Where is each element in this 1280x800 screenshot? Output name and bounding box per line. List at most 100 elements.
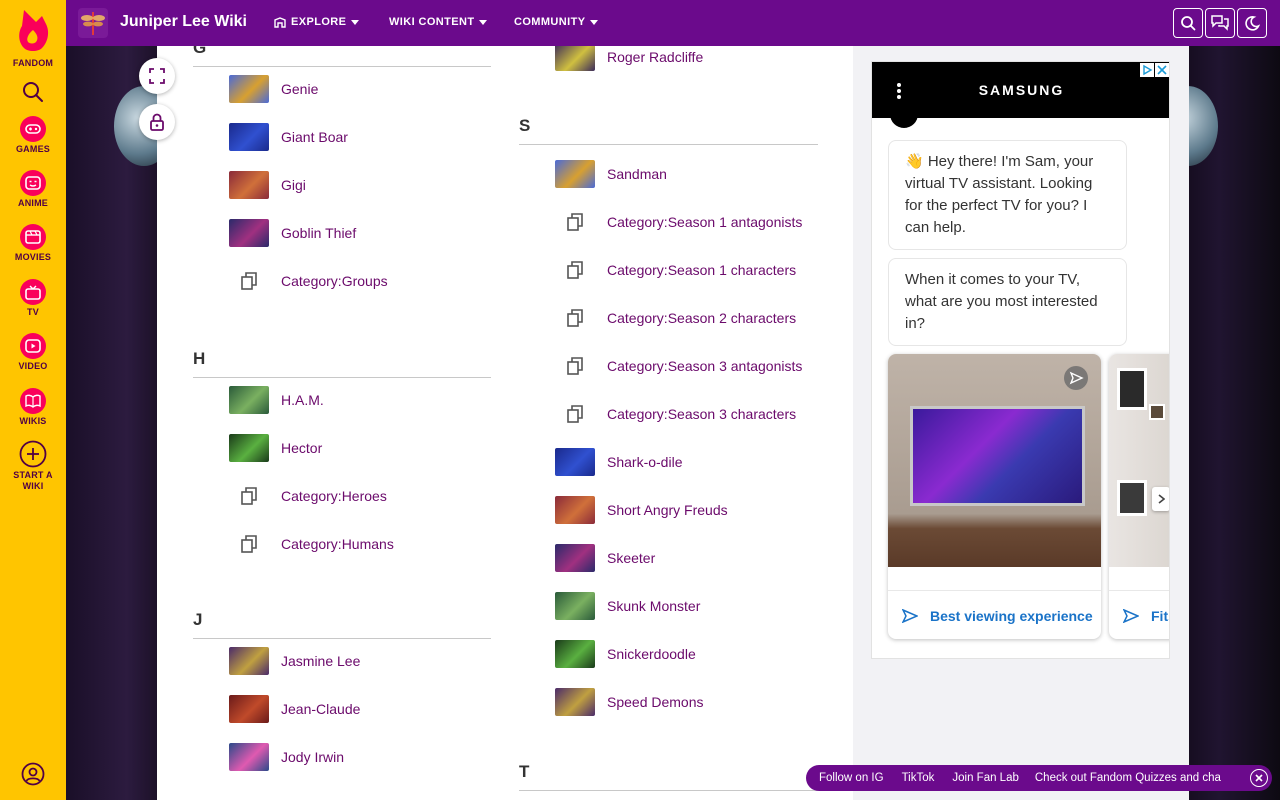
entry-thumbnail <box>229 695 269 723</box>
promo-join-fan-lab[interactable]: Join Fan Lab <box>952 772 1019 784</box>
send-bubble-icon[interactable] <box>1064 366 1088 390</box>
fandom-home-link[interactable]: FANDOM <box>0 8 66 69</box>
nav-tv[interactable]: TV <box>0 279 66 318</box>
subcategory-link[interactable]: Category:Season 1 antagonists <box>555 208 802 236</box>
nav-games[interactable]: GAMES <box>0 116 66 155</box>
assistant-avatar <box>890 108 918 128</box>
carousel-next-button[interactable] <box>1152 487 1169 511</box>
global-search-button[interactable] <box>0 80 66 104</box>
nav-video[interactable]: VIDEO <box>0 333 66 372</box>
category-member-link[interactable]: Jasmine Lee <box>229 647 360 675</box>
protection-lock-button[interactable] <box>139 104 175 140</box>
category-icon <box>229 530 269 558</box>
category-icon <box>555 256 595 284</box>
category-member-link[interactable]: Skunk Monster <box>555 592 700 620</box>
plus-circle-icon <box>19 440 47 468</box>
letter-heading: T <box>519 762 530 781</box>
fandom-global-nav: FANDOM GAMES ANIME MOVIES TV VIDEO WIKIS… <box>0 0 66 800</box>
wiki-header: Juniper Lee Wiki EXPLORE WIKI CONTENT CO… <box>66 0 1280 46</box>
category-icon <box>555 208 595 236</box>
close-ad-icon[interactable] <box>1155 63 1169 77</box>
promo-close-button[interactable] <box>1250 769 1268 787</box>
ad-card-2-cta[interactable]: Fits <box>1109 590 1169 639</box>
nav-wikis-label: WIKIS <box>19 416 47 426</box>
subcategory-link[interactable]: Category:Season 3 antagonists <box>555 352 802 380</box>
category-member-link[interactable]: Genie <box>229 75 318 103</box>
category-member-link[interactable]: Speed Demons <box>555 688 704 716</box>
ad-chat-bubble-1: 👋 Hey there! I'm Sam, your virtual TV as… <box>888 140 1127 250</box>
category-icon <box>555 352 595 380</box>
entry-label: Giant Boar <box>281 129 348 145</box>
category-member-link[interactable]: Short Angry Freuds <box>555 496 728 524</box>
start-a-wiki-link[interactable]: START A WIKI <box>0 440 66 492</box>
nav-community[interactable]: COMMUNITY <box>514 16 599 28</box>
entry-thumbnail <box>229 219 269 247</box>
category-member-link[interactable]: Roger Radcliffe <box>555 46 703 71</box>
category-member-link[interactable]: Shark-o-dile <box>555 448 682 476</box>
lock-icon <box>150 113 164 131</box>
promo-tiktok[interactable]: TikTok <box>902 772 935 784</box>
section-divider <box>193 66 491 67</box>
category-member-link[interactable]: Gigi <box>229 171 306 199</box>
category-member-link[interactable]: Hector <box>229 434 322 462</box>
samsung-advertisement[interactable]: SAMSUNG 👋 Hey there! I'm Sam, your virtu… <box>871 61 1170 659</box>
entry-thumbnail <box>555 592 595 620</box>
ad-brand: SAMSUNG <box>978 82 1065 98</box>
nav-anime-label: ANIME <box>18 198 48 208</box>
wiki-logo-icon[interactable] <box>78 8 108 38</box>
nav-wikis[interactable]: WIKIS <box>0 388 66 427</box>
entry-thumbnail <box>229 743 269 771</box>
category-member-link[interactable]: Goblin Thief <box>229 219 356 247</box>
moon-icon <box>1245 16 1260 31</box>
entry-thumbnail <box>555 640 595 668</box>
nav-wiki-content[interactable]: WIKI CONTENT <box>389 16 488 28</box>
send-icon <box>1123 608 1139 623</box>
ad-card-1-cta[interactable]: Best viewing experience <box>888 590 1101 639</box>
subcategory-link[interactable]: Category:Season 3 characters <box>555 400 796 428</box>
category-member-link[interactable]: Jody Irwin <box>229 743 344 771</box>
nav-anime[interactable]: ANIME <box>0 170 66 209</box>
chevron-right-icon <box>1158 494 1165 504</box>
nav-movies[interactable]: MOVIES <box>0 224 66 263</box>
promo-quizzes[interactable]: Check out Fandom Quizzes and cha <box>1035 772 1221 784</box>
entry-label: Hector <box>281 440 323 456</box>
anime-icon <box>20 170 46 196</box>
discussions-button[interactable] <box>1205 8 1235 38</box>
entry-label: Genie <box>281 81 319 97</box>
entry-thumbnail <box>229 434 269 462</box>
user-account-button[interactable] <box>0 762 66 786</box>
wiki-search-button[interactable] <box>1173 8 1203 38</box>
entry-label: Gigi <box>281 177 306 193</box>
expand-content-button[interactable] <box>139 58 175 94</box>
entry-thumbnail <box>555 160 595 188</box>
entry-label: Category:Season 2 characters <box>607 310 797 326</box>
subcategory-link[interactable]: Category:Season 2 characters <box>555 304 796 332</box>
category-member-link[interactable]: Sandman <box>555 160 667 188</box>
entry-label: Roger Radcliffe <box>607 49 704 65</box>
subcategory-link[interactable]: Category:Heroes <box>229 482 387 510</box>
category-icon <box>555 304 595 332</box>
close-icon <box>1255 774 1263 782</box>
subcategory-link[interactable]: Category:Humans <box>229 530 394 558</box>
subcategory-link[interactable]: Category:Season 1 characters <box>555 256 796 284</box>
entry-label: Category:Heroes <box>281 488 387 504</box>
category-member-link[interactable]: H.A.M. <box>229 386 324 414</box>
adchoices-icon[interactable] <box>1140 63 1154 77</box>
nav-explore[interactable]: EXPLORE <box>274 16 360 28</box>
category-member-link[interactable]: Jean-Claude <box>229 695 360 723</box>
section-divider <box>193 377 491 378</box>
promo-follow-ig[interactable]: Follow on IG <box>819 772 884 784</box>
ad-product-card-1[interactable]: Best viewing experience <box>888 354 1101 639</box>
entry-label: Category:Season 1 antagonists <box>607 214 803 230</box>
category-member-link[interactable]: Skeeter <box>555 544 655 572</box>
search-icon <box>1181 16 1196 31</box>
wiki-title[interactable]: Juniper Lee Wiki <box>120 13 247 31</box>
fandom-label: FANDOM <box>12 58 54 68</box>
explore-icon <box>274 16 286 28</box>
category-member-link[interactable]: Giant Boar <box>229 123 348 151</box>
subcategory-link[interactable]: Category:Groups <box>229 267 388 295</box>
nav-games-label: GAMES <box>15 144 50 154</box>
category-member-link[interactable]: Snickerdoodle <box>555 640 696 668</box>
entry-label: Short Angry Freuds <box>607 502 728 518</box>
theme-toggle-button[interactable] <box>1237 8 1267 38</box>
